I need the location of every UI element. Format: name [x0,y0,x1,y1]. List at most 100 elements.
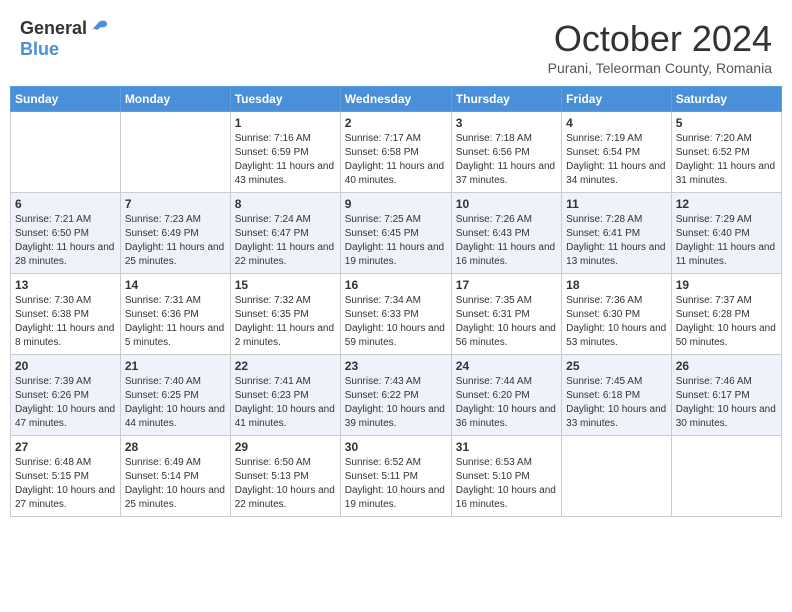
day-info: Sunrise: 7:43 AMSunset: 6:22 PMDaylight:… [345,375,447,431]
calendar-cell [562,436,672,517]
day-info: Sunrise: 6:50 AMSunset: 5:13 PMDaylight:… [235,456,336,512]
calendar-cell: 15 Sunrise: 7:32 AMSunset: 6:35 PMDayligh… [230,274,340,355]
day-info: Sunrise: 7:40 AMSunset: 6:25 PMDaylight:… [125,375,226,431]
day-info: Sunrise: 7:31 AMSunset: 6:36 PMDaylight:… [125,294,226,350]
day-info: Sunrise: 7:28 AMSunset: 6:41 PMDaylight:… [566,213,667,269]
day-number: 14 [125,278,226,292]
day-number: 1 [235,116,336,130]
calendar-cell: 11 Sunrise: 7:28 AMSunset: 6:41 PMDayligh… [562,193,672,274]
calendar-cell [671,436,781,517]
calendar-cell: 5 Sunrise: 7:20 AMSunset: 6:52 PMDaylight… [671,112,781,193]
calendar-cell: 27Sunrise: 6:48 AMSunset: 5:15 PMDayligh… [11,436,121,517]
day-number: 4 [566,116,667,130]
day-info: Sunrise: 6:49 AMSunset: 5:14 PMDaylight:… [125,456,226,512]
calendar-cell: 9 Sunrise: 7:25 AMSunset: 6:45 PMDaylight… [340,193,451,274]
weekday-header-tuesday: Tuesday [230,87,340,112]
weekday-header-monday: Monday [120,87,230,112]
day-number: 29 [235,440,336,454]
calendar-cell: 13 Sunrise: 7:30 AMSunset: 6:38 PMDayligh… [11,274,121,355]
day-number: 9 [345,197,447,211]
calendar-cell: 22 Sunrise: 7:41 AMSunset: 6:23 PMDayligh… [230,355,340,436]
calendar-cell: 17Sunrise: 7:35 AMSunset: 6:31 PMDayligh… [451,274,561,355]
calendar-cell: 24 Sunrise: 7:44 AMSunset: 6:20 PMDayligh… [451,355,561,436]
day-number: 30 [345,440,447,454]
day-info: Sunrise: 7:30 AMSunset: 6:38 PMDaylight:… [15,294,116,350]
logo-general-text: General [20,18,87,39]
day-info: Sunrise: 7:19 AMSunset: 6:54 PMDaylight:… [566,132,667,188]
day-info: Sunrise: 7:20 AMSunset: 6:52 PMDaylight:… [676,132,777,188]
location-text: Purani, Teleorman County, Romania [548,60,772,76]
calendar-cell: 28Sunrise: 6:49 AMSunset: 5:14 PMDayligh… [120,436,230,517]
calendar-cell: 18Sunrise: 7:36 AMSunset: 6:30 PMDayligh… [562,274,672,355]
day-number: 8 [235,197,336,211]
day-number: 10 [456,197,557,211]
weekday-header-sunday: Sunday [11,87,121,112]
calendar-cell: 20 Sunrise: 7:39 AMSunset: 6:26 PMDayligh… [11,355,121,436]
day-number: 22 [235,359,336,373]
calendar-cell: 7 Sunrise: 7:23 AMSunset: 6:49 PMDaylight… [120,193,230,274]
day-info: Sunrise: 7:26 AMSunset: 6:43 PMDaylight:… [456,213,557,269]
day-info: Sunrise: 7:25 AMSunset: 6:45 PMDaylight:… [345,213,447,269]
day-number: 24 [456,359,557,373]
calendar-cell [11,112,121,193]
day-info: Sunrise: 7:37 AMSunset: 6:28 PMDaylight:… [676,294,777,350]
title-area: October 2024 Purani, Teleorman County, R… [548,18,772,76]
calendar-table: SundayMondayTuesdayWednesdayThursdayFrid… [10,86,782,517]
day-number: 12 [676,197,777,211]
day-number: 20 [15,359,116,373]
day-info: Sunrise: 7:17 AMSunset: 6:58 PMDaylight:… [345,132,447,188]
day-number: 6 [15,197,116,211]
calendar-cell: 6 Sunrise: 7:21 AMSunset: 6:50 PMDaylight… [11,193,121,274]
day-number: 26 [676,359,777,373]
calendar-cell: 2 Sunrise: 7:17 AMSunset: 6:58 PMDaylight… [340,112,451,193]
day-info: Sunrise: 7:45 AMSunset: 6:18 PMDaylight:… [566,375,667,431]
calendar-cell: 12Sunrise: 7:29 AMSunset: 6:40 PMDayligh… [671,193,781,274]
day-number: 2 [345,116,447,130]
calendar-cell [120,112,230,193]
calendar-cell: 26 Sunrise: 7:46 AMSunset: 6:17 PMDayligh… [671,355,781,436]
day-number: 16 [345,278,447,292]
calendar-cell: 8 Sunrise: 7:24 AMSunset: 6:47 PMDaylight… [230,193,340,274]
calendar-cell: 30 Sunrise: 6:52 AMSunset: 5:11 PMDayligh… [340,436,451,517]
day-info: Sunrise: 7:41 AMSunset: 6:23 PMDaylight:… [235,375,336,431]
calendar-cell: 29 Sunrise: 6:50 AMSunset: 5:13 PMDayligh… [230,436,340,517]
day-number: 27 [15,440,116,454]
weekday-header-saturday: Saturday [671,87,781,112]
calendar-cell: 16 Sunrise: 7:34 AMSunset: 6:33 PMDayligh… [340,274,451,355]
day-info: Sunrise: 7:39 AMSunset: 6:26 PMDaylight:… [15,375,116,431]
day-info: Sunrise: 7:44 AMSunset: 6:20 PMDaylight:… [456,375,557,431]
day-info: Sunrise: 7:46 AMSunset: 6:17 PMDaylight:… [676,375,777,431]
month-title: October 2024 [548,18,772,60]
logo-bird-icon [89,20,109,38]
day-info: Sunrise: 7:21 AMSunset: 6:50 PMDaylight:… [15,213,116,269]
calendar-cell: 19 Sunrise: 7:37 AMSunset: 6:28 PMDayligh… [671,274,781,355]
weekday-header-thursday: Thursday [451,87,561,112]
day-info: Sunrise: 7:24 AMSunset: 6:47 PMDaylight:… [235,213,336,269]
day-number: 21 [125,359,226,373]
day-number: 18 [566,278,667,292]
day-number: 25 [566,359,667,373]
logo: General Blue [20,18,109,60]
day-info: Sunrise: 7:35 AMSunset: 6:31 PMDaylight:… [456,294,557,350]
calendar-cell: 10 Sunrise: 7:26 AMSunset: 6:43 PMDayligh… [451,193,561,274]
day-number: 13 [15,278,116,292]
day-info: Sunrise: 6:52 AMSunset: 5:11 PMDaylight:… [345,456,447,512]
day-number: 11 [566,197,667,211]
day-number: 23 [345,359,447,373]
day-number: 5 [676,116,777,130]
day-number: 3 [456,116,557,130]
page-header: General Blue October 2024 Purani, Teleor… [10,10,782,80]
day-info: Sunrise: 7:23 AMSunset: 6:49 PMDaylight:… [125,213,226,269]
day-number: 7 [125,197,226,211]
calendar-cell: 23 Sunrise: 7:43 AMSunset: 6:22 PMDayligh… [340,355,451,436]
day-number: 15 [235,278,336,292]
day-info: Sunrise: 7:32 AMSunset: 6:35 PMDaylight:… [235,294,336,350]
calendar-cell: 31Sunrise: 6:53 AMSunset: 5:10 PMDayligh… [451,436,561,517]
day-number: 19 [676,278,777,292]
day-number: 31 [456,440,557,454]
day-info: Sunrise: 7:34 AMSunset: 6:33 PMDaylight:… [345,294,447,350]
calendar-cell: 21 Sunrise: 7:40 AMSunset: 6:25 PMDayligh… [120,355,230,436]
calendar-cell: 3Sunrise: 7:18 AMSunset: 6:56 PMDaylight… [451,112,561,193]
logo-blue-text: Blue [20,39,59,59]
calendar-cell: 4 Sunrise: 7:19 AMSunset: 6:54 PMDaylight… [562,112,672,193]
